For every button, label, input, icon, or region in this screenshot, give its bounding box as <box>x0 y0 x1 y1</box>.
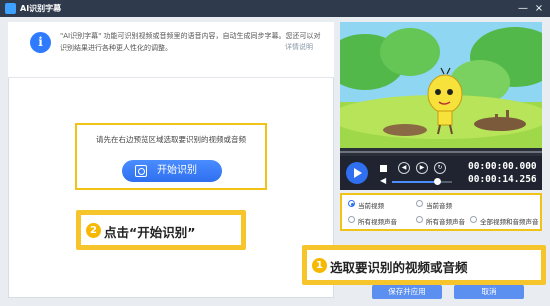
minimize-button[interactable]: — <box>516 2 530 15</box>
cancel-button[interactable]: 取消 <box>454 285 524 299</box>
option-all-audio[interactable]: 所有音频声音 <box>416 216 465 226</box>
close-button[interactable]: × <box>532 2 546 15</box>
select-source-hint: 请先在右边预览区域选取要识别的视频或音频 <box>96 135 246 144</box>
timeline-track <box>340 151 542 153</box>
radio-all-audio[interactable] <box>416 216 423 223</box>
app-logo-icon <box>5 3 16 14</box>
step2-number-badge: 2 <box>86 223 101 238</box>
loop-button[interactable]: ↻ <box>434 162 446 174</box>
step1-text: 选取要识别的视频或音频 <box>330 260 468 275</box>
playback-timeline[interactable] <box>340 148 542 156</box>
next-frame-button[interactable]: ▶ <box>416 162 428 174</box>
info-text-right: 您还可以对 <box>285 32 321 40</box>
window-title: AI识别字幕 <box>20 4 62 13</box>
info-text-line2: 识别结果进行各种更人性化的调整。 <box>60 44 172 52</box>
player-controls: ◀ ▶ ↻ ◀ 00:00:00.000 00:00:14.256 <box>340 156 542 190</box>
option-all-video[interactable]: 所有视频声音 <box>348 216 397 226</box>
step2-text: 点击“开始识别” <box>104 225 196 240</box>
video-preview[interactable] <box>340 22 542 148</box>
info-text-line1: "AI识别字幕" 功能可识别视频或音频里的语音内容，自动生成同步字幕。 <box>60 32 286 40</box>
source-options: 当前视频 当前音频 所有视频声音 所有音频声音 全部视频和音频声音 <box>340 193 542 231</box>
info-icon: i <box>30 32 51 53</box>
volume-slider[interactable] <box>392 178 452 185</box>
step1-callout: 1 选取要识别的视频或音频 <box>302 245 546 285</box>
current-time: 00:00:00.000 <box>468 161 537 172</box>
option-all-video-label: 所有视频声音 <box>358 218 397 226</box>
stop-icon[interactable] <box>380 165 387 172</box>
volume-fill <box>392 181 437 183</box>
radio-all-video[interactable] <box>348 216 355 223</box>
save-apply-button[interactable]: 保存并应用 <box>372 285 442 299</box>
volume-icon[interactable]: ◀ <box>380 177 388 185</box>
option-current-video[interactable]: 当前视频 <box>348 200 384 210</box>
radio-current-audio[interactable] <box>416 200 423 207</box>
option-all-video-audio[interactable]: 全部视频和音频声音 <box>470 216 539 226</box>
cartoon-preview-image <box>340 22 542 148</box>
start-recognition-label: 开始识别 <box>157 165 197 176</box>
radio-current-video[interactable] <box>348 200 355 207</box>
option-all-audio-label: 所有音频声音 <box>426 218 465 226</box>
option-all-video-audio-label: 全部视频和音频声音 <box>480 218 539 226</box>
scan-icon <box>135 165 147 177</box>
step2-callout: 2 点击“开始识别” <box>76 210 246 250</box>
step1-number-badge: 1 <box>312 258 327 273</box>
start-recognition-box: 请先在右边预览区域选取要识别的视频或音频 开始识别 <box>75 123 267 190</box>
prev-frame-button[interactable]: ◀ <box>398 162 410 174</box>
title-bar: AI识别字幕 — × <box>0 0 550 17</box>
option-current-audio[interactable]: 当前音频 <box>416 200 452 210</box>
play-button[interactable] <box>346 162 368 184</box>
start-recognition-button[interactable]: 开始识别 <box>122 160 222 182</box>
total-time: 00:00:14.256 <box>468 174 537 185</box>
volume-knob[interactable] <box>433 178 441 185</box>
option-current-audio-label: 当前音频 <box>426 202 452 210</box>
details-link[interactable]: 详情说明 <box>285 42 313 52</box>
info-text: "AI识别字幕" 功能可识别视频或音频里的语音内容，自动生成同步字幕。您还可以对… <box>60 30 322 54</box>
info-bar: i "AI识别字幕" 功能可识别视频或音频里的语音内容，自动生成同步字幕。您还可… <box>8 22 334 78</box>
radio-all-video-audio[interactable] <box>470 216 477 223</box>
option-current-video-label: 当前视频 <box>358 202 384 210</box>
